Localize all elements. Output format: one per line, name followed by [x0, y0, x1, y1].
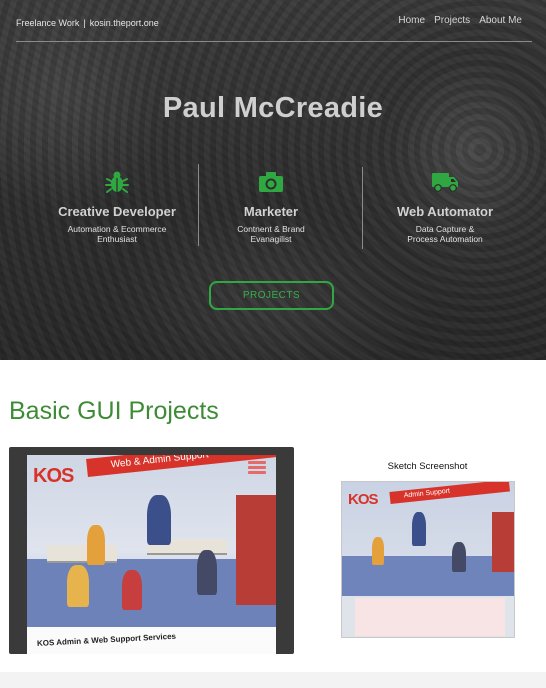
kos-logo: KOS: [348, 491, 378, 508]
project-image[interactable]: KOS Web & Admin Support: [27, 455, 276, 629]
bug-icon: [42, 168, 192, 196]
office-worker: [147, 495, 171, 545]
role-description: Automation & Ecommerce Enthusiast: [42, 224, 192, 244]
sketch-image[interactable]: KOS Admin Support: [342, 482, 514, 596]
sketch-note-text: [355, 598, 505, 619]
card-banner: Admin Support: [389, 482, 510, 504]
office-desk: [47, 545, 117, 563]
brand-separator: |: [83, 18, 86, 28]
role-desc-line: Evanagilist: [250, 234, 292, 244]
role-desc-line: Contnent & Brand: [237, 224, 305, 234]
nav-about-me[interactable]: About Me: [479, 15, 522, 26]
role-title: Marketer: [243, 204, 299, 219]
office-worker: [197, 550, 217, 595]
role-description: Data Capture & Process Automation: [370, 224, 520, 244]
bottom-strip: [0, 672, 546, 688]
sketch-label: Sketch Screenshot: [387, 461, 468, 472]
office-worker: [412, 512, 426, 546]
camera-icon: [196, 168, 346, 196]
hamburger-icon: [248, 461, 266, 476]
divider: [362, 167, 363, 249]
office-worker: [87, 525, 105, 565]
role-desc-line: Process Automation: [407, 234, 483, 244]
role-marketer: Marketer Contnent & Brand Evanagilist: [196, 168, 346, 244]
project-card-sketch[interactable]: KOS Admin Support: [341, 481, 515, 638]
truck-icon: [370, 168, 520, 196]
office-worker: [452, 542, 466, 572]
hero-section: Freelance Work | kosin.theport.one Home Pr…: [0, 0, 546, 360]
site-brand[interactable]: Freelance Work | kosin.theport.one: [16, 18, 159, 28]
office-shelf: [492, 512, 514, 572]
project-card-kos-web-admin[interactable]: KOS Web & Admin Support KOS Admin & Web …: [9, 447, 294, 654]
office-floor: [342, 556, 514, 596]
section-title: Basic GUI Projects: [9, 397, 219, 425]
office-worker: [122, 570, 142, 610]
main-nav: Home Projects About Me: [398, 15, 522, 26]
office-shelf: [236, 495, 276, 605]
hero-title: Paul McCreadie: [162, 92, 384, 124]
brand-left: Freelance Work: [16, 18, 80, 28]
sketch-note: [355, 598, 505, 636]
nav-projects[interactable]: Projects: [434, 15, 470, 26]
brand-domain: kosin.theport.one: [89, 18, 159, 28]
role-title: Creative Developer: [58, 204, 176, 219]
office-worker: [372, 537, 384, 565]
projects-button[interactable]: PROJECTS: [209, 281, 334, 310]
top-navbar: Freelance Work | kosin.theport.one Home Pr…: [16, 0, 532, 42]
role-creative-developer: Creative Developer Automation & Ecommerc…: [42, 168, 192, 244]
role-desc-line: Enthusiast: [97, 234, 137, 244]
role-title: Web Automator: [396, 204, 494, 219]
role-web-automator: Web Automator Data Capture & Process Aut…: [370, 168, 520, 244]
role-desc-line: Automation & Ecommerce: [67, 224, 167, 234]
office-worker: [67, 565, 89, 607]
role-desc-line: Data Capture &: [415, 224, 475, 234]
role-description: Contnent & Brand Evanagilist: [196, 224, 346, 244]
nav-home[interactable]: Home: [398, 15, 425, 26]
kos-logo: KOS: [33, 465, 74, 487]
